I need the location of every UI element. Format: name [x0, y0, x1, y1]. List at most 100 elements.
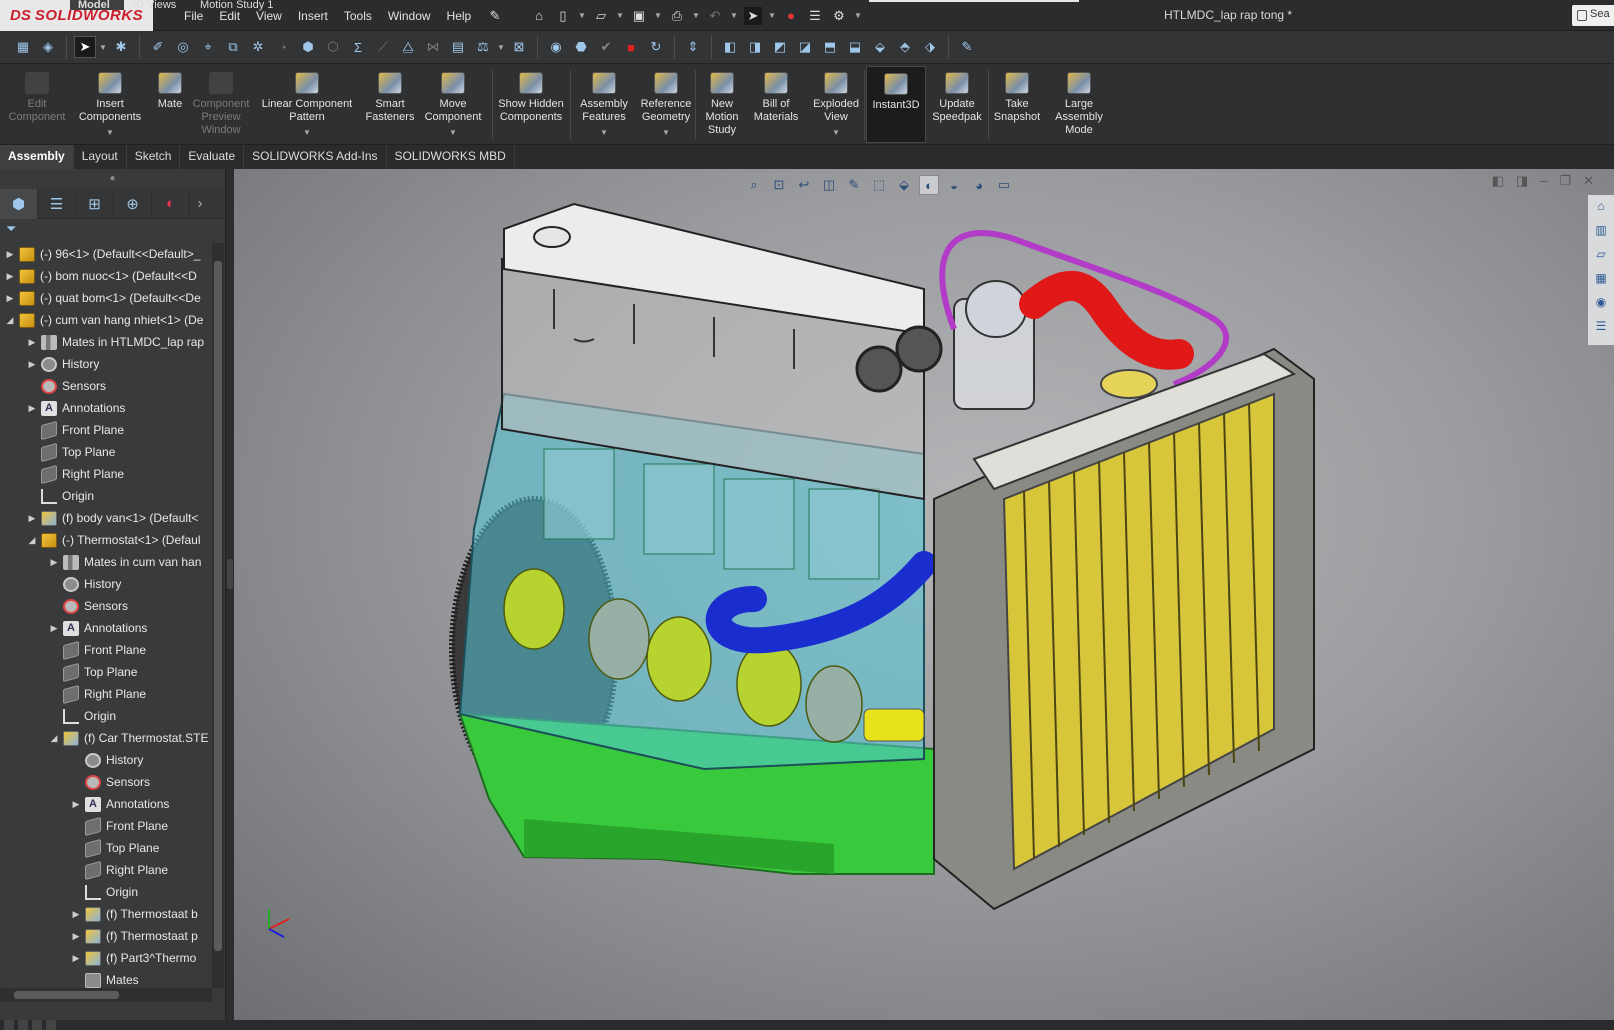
- measure-icon[interactable]: ▤: [447, 36, 469, 58]
- move-vertical-icon[interactable]: ⇕: [682, 36, 704, 58]
- tree-item[interactable]: History: [0, 573, 212, 595]
- draft-icon[interactable]: ⧋: [397, 36, 419, 58]
- chevron-down-icon[interactable]: ▼: [616, 7, 624, 25]
- rib-icon[interactable]: ⟋: [372, 36, 394, 58]
- configuration-manager-tab-icon[interactable]: ⊞: [76, 188, 114, 219]
- expand-arrow-icon[interactable]: ▶: [70, 799, 82, 810]
- tree-item[interactable]: ▶ (-) quat bom<1> (Default<<De: [0, 287, 212, 309]
- tab-3d-views[interactable]: 3D Views: [130, 0, 176, 11]
- customize-brush-icon[interactable]: ✎: [956, 36, 978, 58]
- chevron-down-icon[interactable]: ▼: [578, 7, 586, 25]
- chevron-down-icon[interactable]: ▼: [768, 7, 776, 25]
- select-filter-icon[interactable]: ✱: [110, 36, 132, 58]
- home-icon[interactable]: ⌂: [530, 7, 548, 25]
- expand-arrow-icon[interactable]: ▶: [70, 909, 82, 920]
- insert-components-button[interactable]: Insert Components ▼: [74, 66, 146, 143]
- tree-item[interactable]: Front Plane: [0, 815, 212, 837]
- chevron-down-icon[interactable]: ▼: [99, 36, 107, 58]
- pattern-icon[interactable]: ✲: [247, 36, 269, 58]
- chevron-down-icon[interactable]: ▼: [654, 7, 662, 25]
- tree-item[interactable]: ▶ Mates in HTLMDC_lap rap: [0, 331, 212, 353]
- undo-icon[interactable]: ↶: [706, 7, 724, 25]
- tree-item[interactable]: ▶ (-) bom nuoc<1> (Default<<D: [0, 265, 212, 287]
- select-arrow-icon[interactable]: ➤: [744, 6, 762, 25]
- menu-help[interactable]: Help: [439, 9, 480, 23]
- mass-properties-icon[interactable]: ⚖: [472, 36, 494, 58]
- graphics-viewport[interactable]: ⌕ ⊡ ↩ ◫ ✎ ⬚ ⬙ ◐ ◒ ◕ ▭ ◧ ◨ – ❐ ✕ ⌂ ▥ ▱ ▦ …: [234, 169, 1614, 1020]
- tree-item[interactable]: ▶ A Annotations: [0, 397, 212, 419]
- take-snapshot-button[interactable]: Take Snapshot: [992, 66, 1042, 143]
- tree-item[interactable]: ▶ (f) body van<1> (Default<: [0, 507, 212, 529]
- save-icon[interactable]: ▣: [630, 7, 648, 25]
- view-left-icon[interactable]: ◩: [769, 36, 791, 58]
- tree-item[interactable]: Mates: [0, 969, 212, 988]
- print-icon[interactable]: ⎙: [668, 7, 686, 25]
- tree-item[interactable]: ▶ (f) Part3^Thermo: [0, 947, 212, 969]
- exploded-view-button[interactable]: Exploded View ▼: [808, 66, 864, 143]
- tree-item[interactable]: Sensors: [0, 375, 212, 397]
- tree-item[interactable]: ◢ (f) Car Thermostat.STE: [0, 727, 212, 749]
- chevron-right-icon[interactable]: ›: [190, 189, 210, 219]
- sketch-circle-icon[interactable]: ◎: [172, 36, 194, 58]
- view-front-icon[interactable]: ◧: [719, 36, 741, 58]
- expand-arrow-icon[interactable]: ▶: [26, 403, 38, 414]
- configuration-icon[interactable]: ◈: [37, 36, 59, 58]
- expand-arrow-icon[interactable]: ▶: [4, 271, 16, 282]
- sketch-tool-icon[interactable]: ✐: [147, 36, 169, 58]
- hide-show-icon[interactable]: ◉: [545, 36, 567, 58]
- dimxpert-manager-tab-icon[interactable]: ⊕: [114, 188, 152, 219]
- appearance-icon[interactable]: ⬣: [570, 36, 592, 58]
- rebuild-traffic-light-icon[interactable]: ●: [782, 7, 800, 25]
- chevron-down-icon[interactable]: ▼: [832, 126, 840, 139]
- tree-item[interactable]: Right Plane: [0, 683, 212, 705]
- last-tab-arrow-icon[interactable]: [46, 1020, 56, 1030]
- linear-component-pattern-button[interactable]: Linear Component Pattern ▼: [256, 66, 358, 143]
- splitter-handle[interactable]: [227, 559, 233, 589]
- smart-dimension-icon[interactable]: ⌖: [197, 36, 219, 58]
- tree-item[interactable]: Origin: [0, 705, 212, 727]
- tree-item[interactable]: ▶ Mates in cum van han: [0, 551, 212, 573]
- chevron-down-icon[interactable]: ▼: [730, 7, 738, 25]
- chevron-down-icon[interactable]: ▼: [497, 36, 505, 58]
- new-document-icon[interactable]: ▯: [554, 7, 572, 25]
- prev-tab-arrow-icon[interactable]: [18, 1020, 28, 1030]
- expand-arrow-icon[interactable]: ▶: [48, 557, 60, 568]
- feature-manager-tab-icon[interactable]: ⬢: [0, 188, 38, 219]
- collapse-arrow-icon[interactable]: ◢: [4, 315, 16, 326]
- menu-window[interactable]: Window: [380, 9, 439, 23]
- expand-arrow-icon[interactable]: ▶: [4, 249, 16, 260]
- pin-icon[interactable]: ✎: [486, 7, 504, 25]
- wrap-icon[interactable]: ⋈: [422, 36, 444, 58]
- view-right-icon[interactable]: ◪: [794, 36, 816, 58]
- tree-item[interactable]: ▶ (f) Thermostaat b: [0, 903, 212, 925]
- tree-item[interactable]: ▶ (f) Thermostaat p: [0, 925, 212, 947]
- tree-item[interactable]: Origin: [0, 485, 212, 507]
- tree-item[interactable]: Sensors: [0, 595, 212, 617]
- reference-geometry-button[interactable]: Reference Geometry ▼: [636, 66, 696, 143]
- tab-solidworks-addins[interactable]: SOLIDWORKS Add-Ins: [244, 145, 387, 169]
- instant3d-button[interactable]: Instant3D: [866, 66, 926, 143]
- update-speedpak-button[interactable]: Update Speedpak: [928, 66, 986, 143]
- component-preview-window-button[interactable]: Component Preview Window: [190, 66, 252, 143]
- move-component-button[interactable]: Move Component ▼: [420, 66, 486, 143]
- smart-fasteners-button[interactable]: Smart Fasteners: [362, 66, 418, 143]
- open-folder-icon[interactable]: ▱: [592, 7, 610, 25]
- tree-item[interactable]: ◢ (-) Thermostat<1> (Defaul: [0, 529, 212, 551]
- tree-item[interactable]: ◢ (-) cum van hang nhiet<1> (De: [0, 309, 212, 331]
- tab-solidworks-mbd[interactable]: SOLIDWORKS MBD: [387, 145, 515, 169]
- tree-item[interactable]: Sensors: [0, 771, 212, 793]
- expand-arrow-icon[interactable]: ▶: [26, 513, 38, 524]
- large-assembly-mode-button[interactable]: Large Assembly Mode: [1048, 66, 1110, 143]
- expand-arrow-icon[interactable]: ▶: [26, 337, 38, 348]
- tab-motion-study-1[interactable]: Motion Study 1: [200, 0, 273, 11]
- next-tab-arrow-icon[interactable]: [32, 1020, 42, 1030]
- view-isometric-icon[interactable]: ⬙: [869, 36, 891, 58]
- property-manager-tab-icon[interactable]: ☰: [38, 188, 76, 219]
- fillet-icon[interactable]: ◔: [272, 36, 294, 58]
- check-icon[interactable]: ✔: [595, 36, 617, 58]
- tree-item[interactable]: Top Plane: [0, 837, 212, 859]
- search-input[interactable]: Sea: [1572, 5, 1614, 26]
- tab-sketch[interactable]: Sketch: [127, 145, 181, 169]
- scrollbar-thumb[interactable]: [214, 261, 222, 951]
- expand-arrow-icon[interactable]: ▶: [70, 953, 82, 964]
